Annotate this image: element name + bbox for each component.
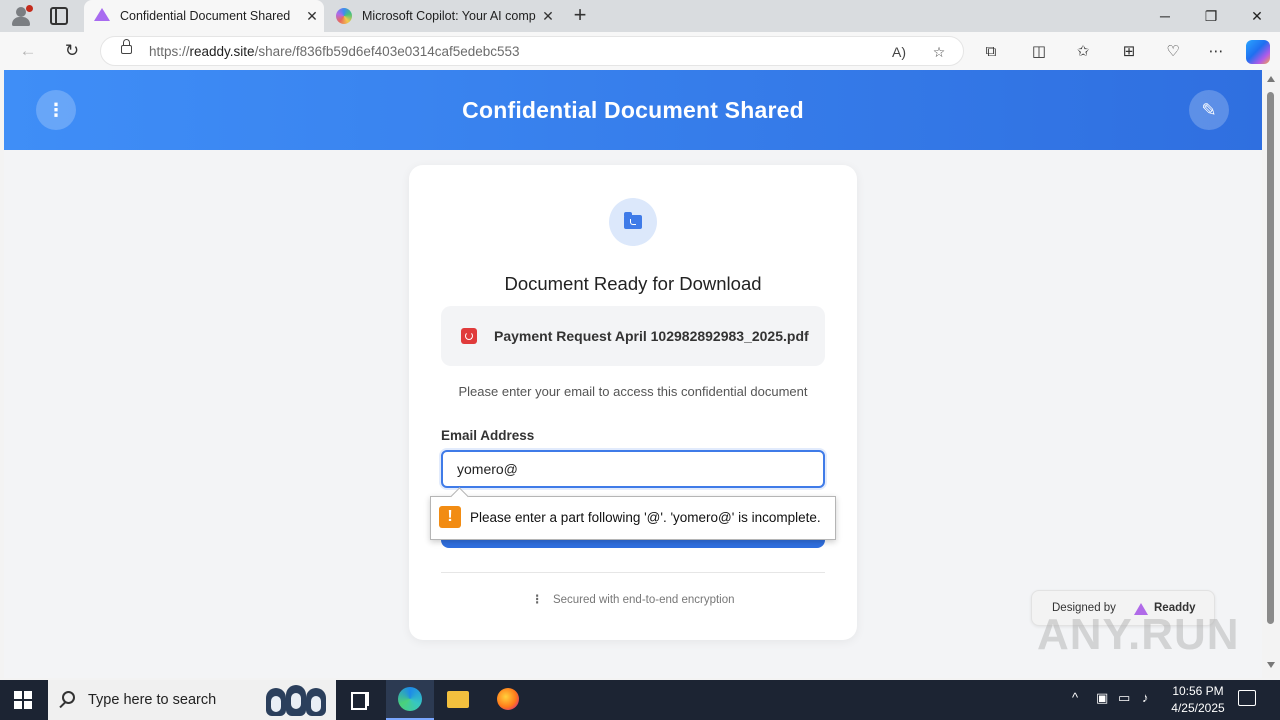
tab-actions-icon[interactable]: [50, 7, 68, 25]
edit-icon[interactable]: ✎: [1189, 90, 1229, 130]
pdf-file-icon: [461, 328, 477, 344]
address-bar[interactable]: https://readdy.site/share/f836fb59d6ef40…: [100, 36, 964, 66]
security-note: ⋮ Secured with end-to-end encryption: [531, 594, 735, 606]
shield-icon: ⋮: [531, 594, 543, 606]
tab-title: Confidential Document Shared: [120, 9, 291, 23]
edge-taskbar-icon[interactable]: [386, 680, 434, 720]
notifications-icon[interactable]: [1238, 690, 1256, 706]
card-title: Document Ready for Download: [504, 273, 762, 294]
file-info: Payment Request April 102982892983_2025.…: [441, 306, 825, 366]
tab-confidential-document[interactable]: Confidential Document Shared ✕: [84, 0, 324, 32]
download-card: Document Ready for Download Payment Requ…: [409, 165, 857, 640]
close-window-icon[interactable]: ✕: [1234, 0, 1280, 32]
restore-icon[interactable]: ❐: [1188, 0, 1234, 32]
instruction-text: Please enter your email to access this c…: [458, 384, 808, 399]
divider: [441, 572, 825, 573]
minimize-icon[interactable]: ─: [1142, 0, 1188, 32]
tab-microsoft-copilot[interactable]: Microsoft Copilot: Your AI comp ✕: [326, 0, 560, 32]
scroll-up-icon[interactable]: [1267, 76, 1275, 82]
close-tab-icon[interactable]: ✕: [300, 8, 324, 25]
browser-essentials-icon[interactable]: ♡: [1162, 41, 1184, 63]
search-highlight-image: [264, 684, 330, 716]
favorite-star-icon[interactable]: ☆: [929, 42, 949, 62]
read-aloud-icon[interactable]: A): [889, 42, 909, 62]
settings-more-icon[interactable]: ⋯: [1205, 41, 1227, 63]
new-tab-icon[interactable]: +: [568, 4, 592, 28]
clock-date: 4/25/2025: [1171, 701, 1225, 715]
copilot-favicon-icon: [336, 8, 352, 24]
collections-icon[interactable]: ⊞: [1118, 41, 1140, 63]
close-tab-icon[interactable]: ✕: [536, 8, 560, 25]
tab-title: Microsoft Copilot: Your AI comp: [362, 9, 536, 23]
email-label: Email Address: [441, 428, 535, 443]
windows-start-icon[interactable]: [14, 691, 32, 709]
folder-icon: [609, 198, 657, 246]
file-explorer-icon[interactable]: [434, 680, 482, 720]
taskbar: Type here to search ^ ▣ ▭ ♪ 10:56 PM 4/2…: [0, 680, 1280, 720]
volume-icon[interactable]: ♪: [1142, 690, 1149, 705]
network-icon[interactable]: ▭: [1118, 690, 1130, 706]
validation-message: Please enter a part following '@'. 'yome…: [470, 510, 821, 525]
search-placeholder: Type here to search: [88, 692, 217, 708]
page-header: ⋮ Confidential Document Shared ✎: [4, 70, 1262, 150]
firefox-icon[interactable]: [484, 680, 532, 720]
extensions-icon[interactable]: ⧉: [980, 41, 1002, 63]
back-icon[interactable]: ←: [16, 40, 40, 62]
validation-tooltip: ! Please enter a part following '@'. 'yo…: [430, 496, 836, 540]
page-title: Confidential Document Shared: [462, 97, 804, 123]
page-scrollbar[interactable]: [1262, 70, 1280, 678]
scroll-thumb[interactable]: [1267, 92, 1274, 624]
copilot-icon[interactable]: [1246, 40, 1270, 64]
clock-time: 10:56 PM: [1172, 684, 1224, 698]
search-icon: [62, 691, 75, 704]
file-name: Payment Request April 102982892983_2025.…: [494, 328, 809, 344]
task-view-icon[interactable]: [336, 680, 384, 720]
browser-tab-strip: Confidential Document Shared ✕ Microsoft…: [0, 0, 1280, 32]
meet-now-icon[interactable]: ▣: [1096, 690, 1108, 706]
anyrun-watermark: ANY.RUN: [1037, 610, 1240, 659]
scroll-down-icon[interactable]: [1267, 662, 1275, 668]
email-field[interactable]: [441, 450, 825, 488]
profile-icon[interactable]: [10, 5, 33, 27]
taskbar-clock[interactable]: 10:56 PM 4/25/2025: [1160, 683, 1236, 717]
lock-icon[interactable]: [121, 39, 132, 54]
warning-icon: !: [439, 506, 461, 528]
browser-toolbar: ← ↻ https://readdy.site/share/f836fb59d6…: [0, 32, 1280, 70]
show-hidden-icons-icon[interactable]: ^: [1072, 690, 1078, 705]
refresh-icon[interactable]: ↻: [60, 40, 84, 62]
page-viewport: ⋮ Confidential Document Shared ✎ Documen…: [4, 70, 1262, 678]
split-screen-icon[interactable]: ◫: [1028, 41, 1050, 63]
readdy-favicon-icon: [94, 8, 110, 24]
taskbar-search[interactable]: Type here to search: [48, 680, 336, 720]
favorites-icon[interactable]: ✩: [1072, 41, 1094, 63]
url-text[interactable]: https://readdy.site/share/f836fb59d6ef40…: [149, 44, 520, 59]
